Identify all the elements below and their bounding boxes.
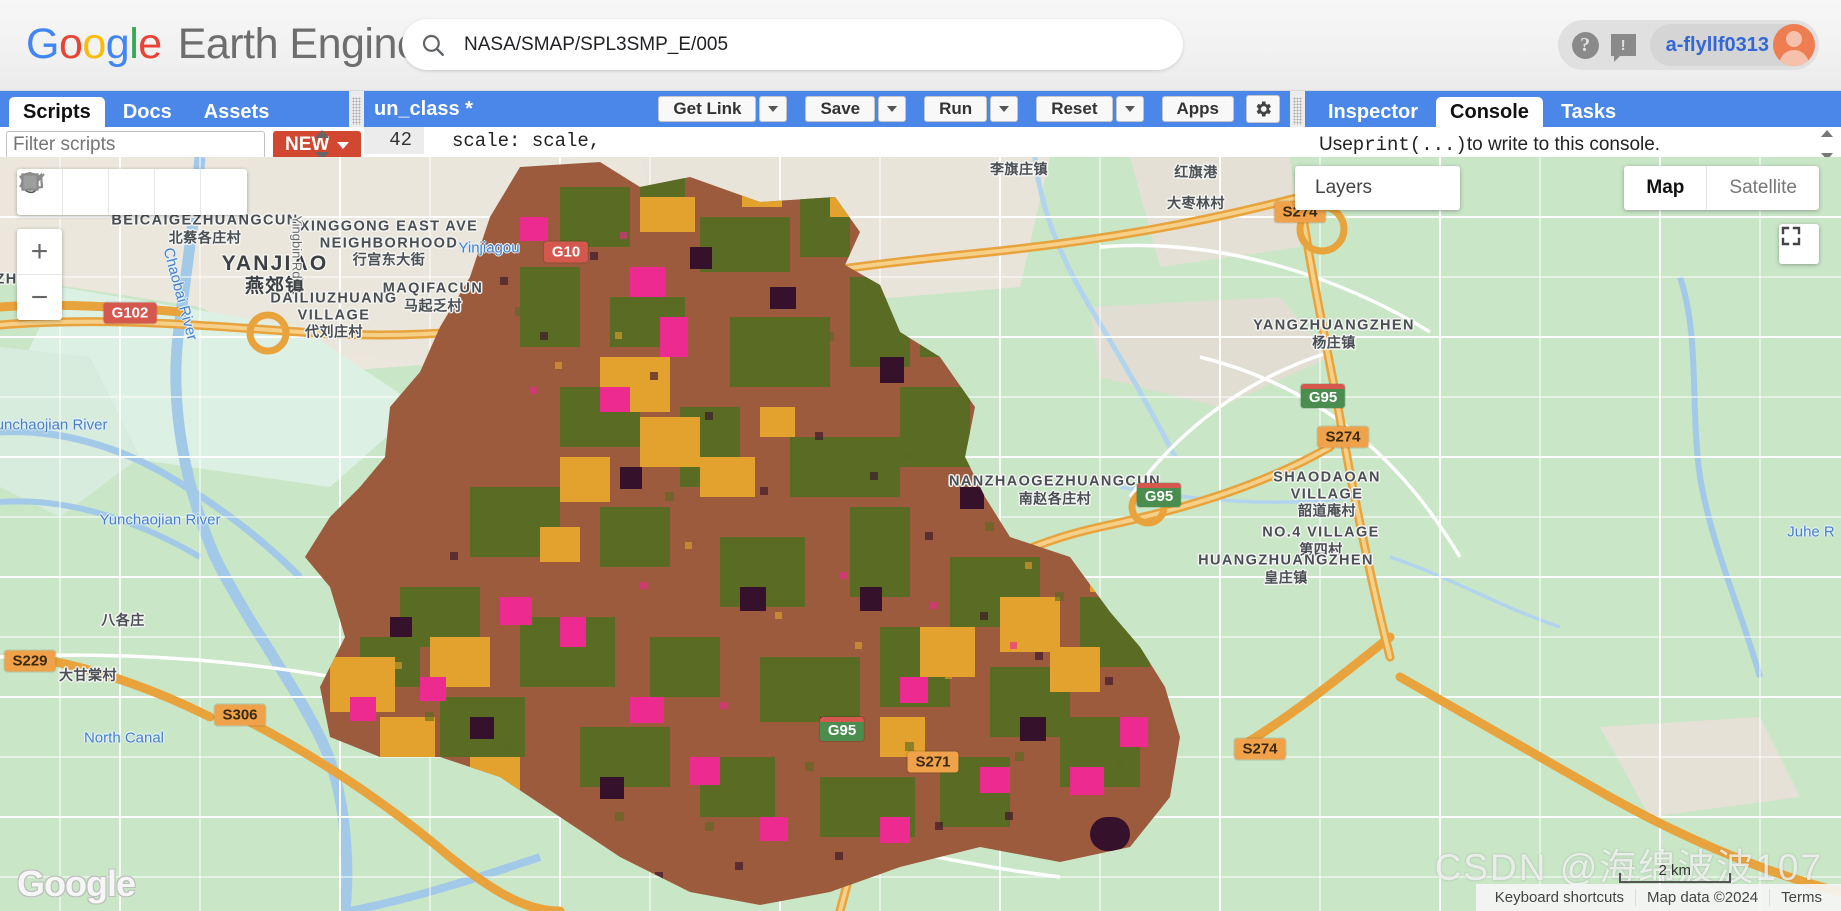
left-splitter-handle[interactable] [349,91,364,127]
map-attribution-bar: Keyboard shortcuts Map data ©2024 Terms [1475,884,1841,911]
basemap-satellite-button[interactable]: Satellite [1707,166,1819,210]
road-shield: S271 [907,751,959,773]
reset-button[interactable]: Reset [1036,96,1113,122]
rectangle-icon [21,173,39,191]
save-button[interactable]: Save [805,96,876,122]
account-chip[interactable]: a-flyllf0313 [1649,24,1815,66]
right-splitter-handle[interactable] [1290,91,1305,127]
map-data-text: Map data ©2024 [1635,889,1769,906]
map-scale-bar [1619,873,1731,883]
get-link-group: Get Link [658,96,788,122]
tab-assets[interactable]: Assets [189,97,284,127]
road-shield: S274 [1317,426,1369,448]
right-panel-tabs: Inspector Console Tasks [1305,91,1841,127]
road-shield: G95 [1136,483,1182,507]
chevron-down-icon [887,106,898,112]
console-hint-prefix: Use [1319,134,1353,155]
left-panel-tabs: Scripts Docs Assets [0,91,349,127]
road-shield: S274 [1234,738,1286,760]
keyboard-shortcuts-link[interactable]: Keyboard shortcuts [1484,889,1635,906]
tab-console[interactable]: Console [1436,97,1543,127]
gear-icon [1256,101,1271,117]
save-group: Save [805,96,907,122]
code-line-number: 42 [364,127,424,154]
search-input[interactable] [464,33,1183,56]
reset-group: Reset [1036,96,1144,122]
road-shield: G95 [819,717,865,741]
search-icon [402,32,464,58]
tab-scripts[interactable]: Scripts [9,97,105,127]
road-shield: G102 [103,302,157,324]
apps-button[interactable]: Apps [1161,96,1234,122]
chevron-down-icon [337,141,350,149]
editor-toolbar: un_class * Get Link Save Run Reset Apps [364,91,1290,127]
zoom-controls: + − [17,229,62,320]
fullscreen-button[interactable] [1779,224,1819,264]
map-canvas[interactable]: YANJIAO 燕郊镇 BEICAIGEZHUANGCUN 北蔡各庄村 XINGGO… [0,157,1841,911]
scripts-scroll-stepper[interactable] [313,130,331,160]
earth-engine-app: GoogleEarth Engine ? ! a-flyllf0313 Scri… [0,0,1841,911]
polygon-tool[interactable] [19,169,201,215]
zoom-in-button[interactable]: + [17,229,62,274]
console-hint-code: print(...) [1352,134,1467,156]
chevron-down-icon [1124,106,1135,112]
drawing-tools-panel [17,169,247,215]
get-link-dropdown[interactable] [759,96,788,122]
second-toolbar-row: Scripts Docs Assets un_class * Get Link … [0,91,1841,127]
get-link-button[interactable]: Get Link [658,96,757,122]
console-scroll-stepper[interactable] [1819,130,1835,160]
road-shield: G95 [1300,384,1346,408]
tab-tasks[interactable]: Tasks [1546,97,1631,127]
filter-scripts-input[interactable] [6,131,265,159]
apps-group: Apps [1161,96,1234,122]
username-label: a-flyllf0313 [1665,33,1769,56]
rectangle-tool[interactable] [21,169,247,215]
editor-settings-button[interactable] [1246,95,1280,123]
avatar[interactable] [1773,24,1815,66]
google-map-watermark: Google [17,863,136,904]
chevron-down-icon [768,106,779,112]
reset-dropdown[interactable] [1115,96,1144,122]
map-graphics [0,157,1841,911]
road-shield: S229 [4,650,56,672]
earth-engine-logo[interactable]: Google Earth Engine [26,16,421,73]
code-line: 42 scale: scale, [364,127,1290,154]
run-group: Run [924,96,1019,122]
point-tool[interactable] [23,169,109,215]
road-shield: S306 [214,704,266,726]
feedback-icon[interactable]: ! [1610,34,1636,62]
brand-text: Earth Engine [177,20,421,68]
search-bar[interactable] [402,19,1183,70]
run-button[interactable]: Run [924,96,988,122]
terms-link[interactable]: Terms [1769,889,1833,906]
tab-inspector[interactable]: Inspector [1314,97,1433,127]
code-line-text: scale: scale, [452,129,601,152]
account-pill: ? ! a-flyllf0313 [1557,20,1819,70]
top-header-bar: GoogleEarth Engine ? ! a-flyllf0313 [0,0,1841,91]
editor-script-title: un_class * [374,97,473,120]
help-icon[interactable]: ? [1571,31,1599,59]
line-tool[interactable] [19,169,155,215]
basemap-toggle: Map Satellite [1624,166,1819,210]
fullscreen-icon [1781,226,1801,246]
zoom-out-button[interactable]: − [17,275,62,320]
save-dropdown[interactable] [878,96,907,122]
basemap-map-button[interactable]: Map [1624,166,1708,210]
layers-button[interactable]: Layers [1295,166,1460,210]
console-hint-suffix: to write to this console. [1466,134,1661,155]
run-dropdown[interactable] [990,96,1019,122]
road-shield: G10 [543,241,589,263]
tab-docs[interactable]: Docs [108,97,186,127]
chevron-down-icon [999,106,1010,112]
